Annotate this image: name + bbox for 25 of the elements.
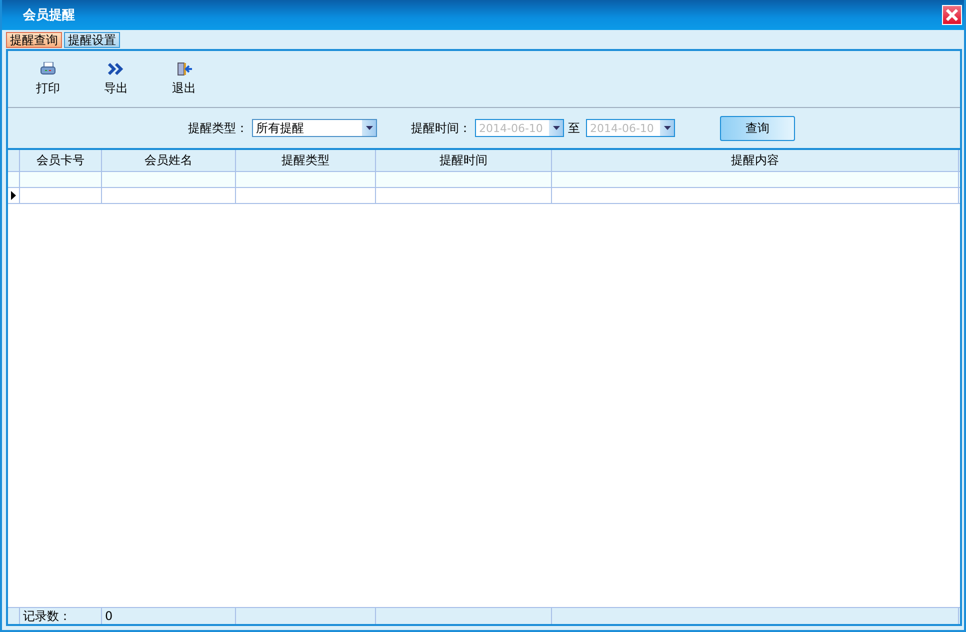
door-exit-icon (176, 62, 192, 76)
record-count-label: 记录数： (23, 608, 71, 624)
query-button[interactable]: 查询 (720, 116, 795, 140)
record-count: 0 (105, 609, 113, 623)
toolbar-button[interactable]: 打印 (22, 62, 74, 96)
double-chevron-icon (108, 62, 124, 76)
tab[interactable]: 提醒查询 (6, 32, 62, 48)
tab[interactable]: 提醒设置 (64, 32, 120, 48)
column-header[interactable]: 提醒内容 (552, 150, 959, 171)
window-title: 会员提醒 (23, 7, 75, 24)
separator-label: 至 (568, 120, 580, 136)
toolbar-button[interactable]: 退出 (158, 62, 210, 96)
current-row-icon (11, 191, 16, 200)
row-header[interactable] (8, 188, 20, 203)
type-label: 提醒类型： (188, 120, 248, 136)
toolbar-button[interactable]: 导出 (90, 62, 142, 96)
column-header[interactable]: 提醒时间 (376, 150, 552, 171)
time-label: 提醒时间： (411, 120, 471, 136)
column-header[interactable]: 提醒类型 (236, 150, 376, 171)
column-header[interactable]: 会员卡号 (20, 150, 102, 171)
close-icon (945, 9, 959, 21)
printer-icon (40, 62, 56, 76)
column-header[interactable]: 会员姓名 (102, 150, 236, 171)
close-button[interactable] (942, 5, 962, 25)
type-dropdown[interactable]: 所有提醒 (252, 119, 377, 137)
